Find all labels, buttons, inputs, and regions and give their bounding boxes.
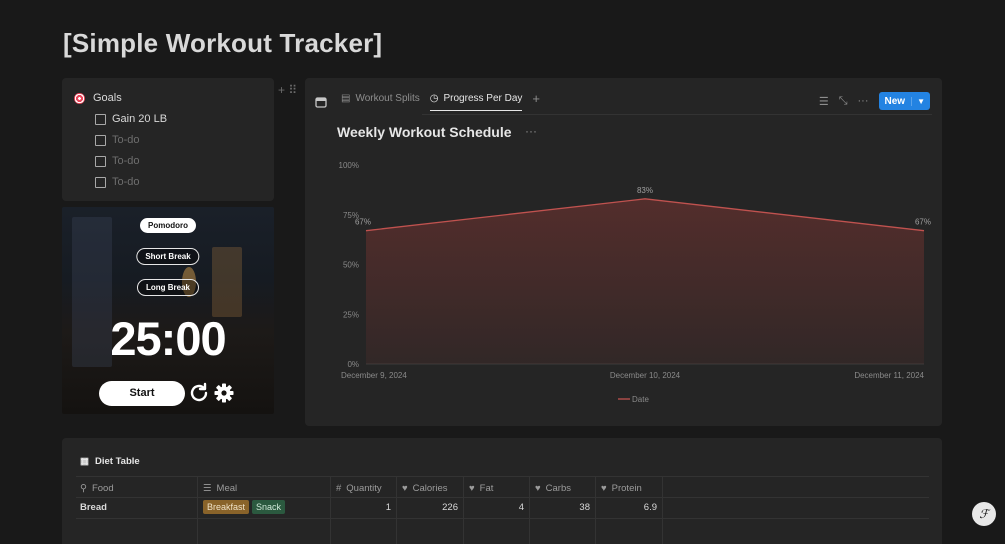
data-label: 67% (915, 218, 931, 227)
data-label: 67% (355, 218, 371, 227)
short-break-mode-button[interactable]: Short Break (136, 248, 200, 265)
x-tick-label: December 11, 2024 (854, 371, 924, 380)
reset-icon[interactable] (188, 382, 210, 404)
settings-gear-icon[interactable] (213, 382, 235, 404)
col-divider (197, 476, 198, 544)
background-window (212, 247, 242, 317)
todo-label: To-do (112, 176, 140, 188)
meal-tag: Snack (252, 500, 286, 514)
x-tick-label: December 10, 2024 (610, 371, 681, 380)
column-label: Protein (611, 483, 642, 494)
column-header-calories[interactable]: ♥ Calories (402, 479, 448, 498)
data-label: 83% (637, 186, 653, 195)
food-icon: ⚲ (80, 483, 87, 494)
column-header-quantity[interactable]: # Quantity (336, 479, 382, 498)
help-button[interactable]: ℱ (972, 502, 996, 526)
start-button[interactable]: Start (99, 381, 185, 406)
y-tick-label: 25% (343, 310, 359, 319)
goals-header: Goals (74, 92, 122, 104)
heart-icon: ♥ (535, 483, 541, 494)
column-label: Meal (216, 483, 238, 494)
meal-tag: Breakfast (203, 500, 250, 514)
block-add-handle[interactable]: + ⠿ (278, 83, 297, 97)
column-header-fat[interactable]: ♥ Fat (469, 479, 493, 498)
target-icon (74, 92, 85, 104)
row-divider (76, 476, 929, 477)
diet-table: ▦ Diet Table ⚲ Food ☰ Meal # Quantity ♥ Calo… (62, 438, 942, 544)
chart-svg: 0%25%50%75%100%December 9, 2024 December … (339, 161, 931, 404)
cell-calories[interactable]: 226 (396, 502, 458, 513)
row-divider (76, 518, 929, 519)
pomodoro-mode-button[interactable]: Pomodoro (140, 218, 196, 233)
todo-item[interactable]: To-do (95, 155, 140, 167)
todo-label: To-do (112, 134, 140, 146)
column-label: Fat (479, 483, 494, 494)
todo-label: To-do (112, 155, 140, 167)
column-label: Carbs (545, 483, 571, 494)
todo-item[interactable]: To-do (95, 176, 140, 188)
long-break-mode-button[interactable]: Long Break (136, 279, 200, 296)
todo-label: Gain 20 LB (112, 113, 168, 125)
goals-callout: Goals Gain 20 LB To-do To-do To-do (62, 78, 274, 201)
checkbox[interactable] (95, 134, 106, 146)
y-tick-label: 100% (339, 161, 359, 170)
database-view: ▤ Workout Splits ◷ Progress Per Day + ☰ … (305, 78, 942, 426)
column-header-meal[interactable]: ☰ Meal (203, 479, 237, 498)
hash-icon: # (336, 483, 342, 494)
cell-carbs[interactable]: 38 (529, 502, 590, 513)
col-divider (662, 476, 663, 544)
list-icon: ☰ (203, 483, 212, 494)
goals-title: Goals (93, 92, 122, 104)
todo-item[interactable]: To-do (95, 134, 140, 146)
column-header-protein[interactable]: ♥ Protein (601, 479, 642, 498)
x-tick-label: December 9, 2024 (341, 371, 407, 380)
cell-protein[interactable]: 6.9 (595, 502, 657, 513)
legend-label: Date (632, 395, 649, 404)
diet-title-text: Diet Table (94, 456, 140, 467)
y-tick-label: 0% (347, 360, 359, 369)
page-title: [Simple Workout Tracker] (63, 28, 383, 58)
checkbox[interactable] (95, 113, 106, 125)
cell-fat[interactable]: 4 (463, 502, 524, 513)
heart-icon: ♥ (469, 483, 475, 494)
checkbox[interactable] (95, 155, 106, 167)
timer-display: 25:00 (110, 312, 226, 365)
series-area (366, 198, 924, 364)
y-tick-label: 50% (343, 261, 359, 270)
column-header-carbs[interactable]: ♥ Carbs (535, 479, 571, 498)
column-label: Food (91, 483, 114, 494)
column-header-food[interactable]: ⚲ Food (80, 479, 114, 498)
pomodoro-widget: Pomodoro Short Break Long Break 25:00 St… (62, 207, 274, 414)
checkbox[interactable] (95, 176, 106, 188)
cell-quantity[interactable]: 1 (330, 502, 391, 513)
cell-food[interactable]: Bread (80, 502, 107, 513)
table-icon: ▦ (80, 456, 89, 467)
heart-icon: ♥ (402, 483, 408, 494)
column-label: Quantity (346, 483, 382, 494)
heart-icon: ♥ (601, 483, 607, 494)
todo-item[interactable]: Gain 20 LB (95, 113, 167, 125)
column-label: Calories (412, 483, 448, 494)
cell-meal[interactable]: Breakfast Snack (203, 500, 288, 514)
diet-table-title[interactable]: ▦ Diet Table (80, 456, 140, 467)
